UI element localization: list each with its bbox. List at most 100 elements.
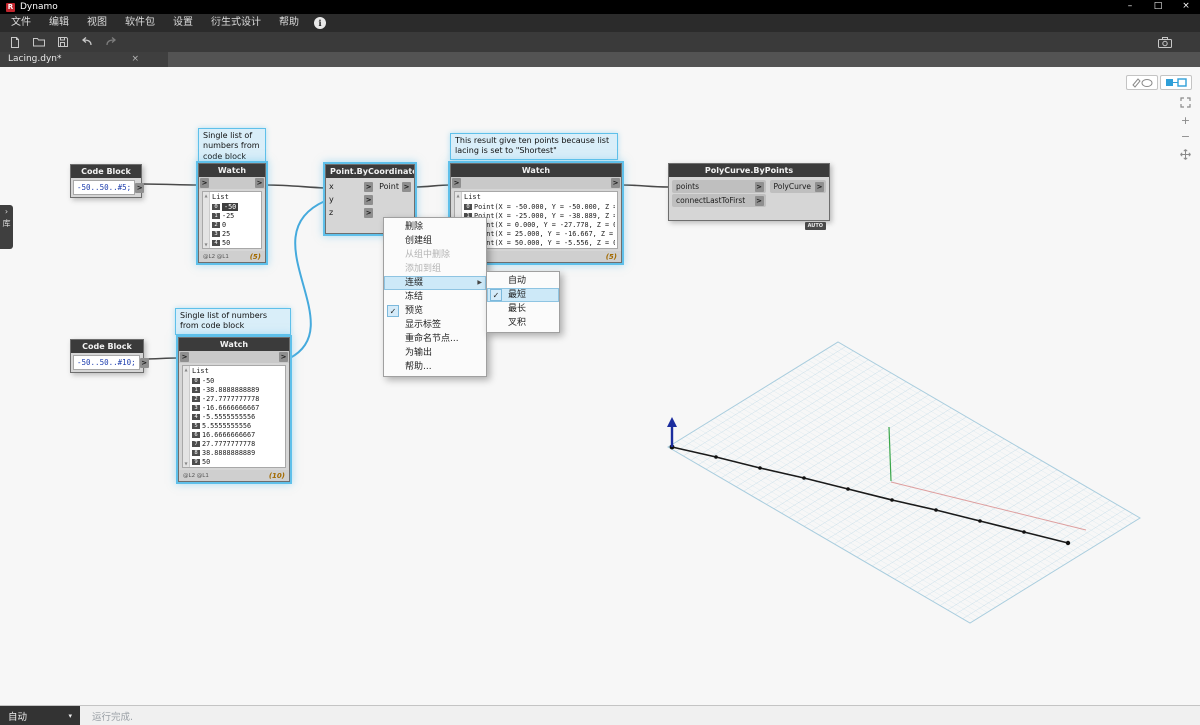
up-arrow-marker [667,417,677,447]
menu-item-create-group[interactable]: 创建组 [384,234,486,248]
input-port[interactable]: > [200,178,209,188]
scroll-up-icon[interactable]: ▲ [456,193,459,198]
node-title: Code Block [71,340,143,353]
library-panel-toggle[interactable]: › 库 [0,205,13,249]
info-icon[interactable]: i [314,17,326,29]
menu-packages[interactable]: 软件包 [116,14,164,32]
lacing-indicator[interactable]: AUTO [804,222,826,230]
menu-item-preview[interactable]: ✓ 预览 [384,304,486,318]
menu-item-delete[interactable]: 删除 [384,220,486,234]
node-title: Code Block [71,165,141,178]
zoom-fit-icon[interactable] [1178,95,1193,110]
menu-item-remove-from-group: 从组中删除 [405,250,451,260]
output-port-point[interactable]: Point > [376,180,414,193]
node-watch-3[interactable]: Watch > > ▲ ▼ List 0 -50 1 -38.8888888889 … [178,337,290,482]
node-polycurve-bypoints[interactable]: PolyCurve.ByPoints points > connectLastTo… [668,163,830,230]
port-chevron[interactable]: > [815,181,824,192]
tab-lacing[interactable]: Lacing.dyn* × [0,52,168,67]
comment-note[interactable]: This result give ten points because list… [450,133,618,160]
menu-edit[interactable]: 编辑 [40,14,78,32]
geometry-view-toggle[interactable] [1126,75,1158,90]
submenu-item-auto[interactable]: 自动 [487,274,559,288]
redo-icon[interactable] [104,35,118,49]
code-block-input[interactable]: -50..50..#5; [73,180,136,195]
output-port[interactable]: > [139,357,149,368]
menu-item-rename-node[interactable]: 重命名节点... [384,332,486,346]
input-port-points[interactable]: points > [672,180,766,193]
port-chevron[interactable]: > [364,194,374,205]
menu-help[interactable]: 帮助 [270,14,308,32]
menu-item-help[interactable]: 帮助... [384,360,486,374]
output-port[interactable]: > [135,182,145,193]
list-item: 3 -16.6666666667 [192,403,283,412]
port-chevron[interactable]: > [754,195,764,206]
node-code-block-1[interactable]: Code Block -50..50..#5; > [70,164,145,198]
submenu-item-cross-product[interactable]: 叉积 [487,316,559,330]
export-image-camera-icon[interactable] [1158,35,1172,49]
comment-note[interactable]: Single list of numbers from code block [175,308,291,335]
input-port[interactable]: > [452,178,461,188]
wire-watch3-point-y [289,200,326,359]
port-chevron[interactable]: > [754,181,764,192]
polycurve-geometry [671,446,1069,544]
node-code-block-2[interactable]: Code Block -50..50..#10; > [70,339,149,373]
menu-settings[interactable]: 设置 [164,14,202,32]
lacing-levels[interactable]: @L2 @L1 [183,473,209,479]
close-button[interactable]: × [1172,0,1200,14]
open-file-icon[interactable] [32,35,46,49]
zoom-in-icon[interactable]: + [1178,113,1193,128]
scroll-up-icon[interactable]: ▲ [184,367,187,372]
menu-item-show-labels[interactable]: 显示标签 [384,318,486,332]
list-item: 5 5.5555555556 [192,421,283,430]
code-block-input[interactable]: -50..50..#10; [73,355,140,370]
input-port-x[interactable]: x > [326,180,376,193]
pan-icon[interactable] [1178,147,1193,162]
undo-icon[interactable] [80,35,94,49]
run-mode-dropdown[interactable]: 自动 ▾ [0,705,80,725]
comment-note[interactable]: Single list of numbers from code block [198,128,266,166]
menu-generative-design[interactable]: 衍生式设计 [202,14,270,32]
output-port[interactable]: > [255,178,264,188]
menu-item-freeze[interactable]: 冻结 [384,290,486,304]
zoom-out-icon[interactable]: − [1178,129,1193,144]
lacing-levels[interactable]: @L2 @L1 [203,254,229,260]
scroll-down-icon[interactable]: ▼ [184,461,187,466]
workspace-canvas[interactable]: Single list of numbers from code block T… [0,67,1200,705]
scroll-down-icon[interactable]: ▼ [204,242,207,247]
check-icon: ✓ [387,305,399,317]
input-port-connectlasttofirst[interactable]: connectLastToFirst > [672,194,766,207]
run-mode-label: 自动 [8,711,28,723]
node-title: Point.ByCoordinates [326,165,414,178]
output-port[interactable]: > [611,178,620,188]
watch-scrollbar[interactable]: ▲ ▼ [183,366,190,467]
submenu-item-longest[interactable]: 最长 [487,302,559,316]
list-item: 0 -50 [192,376,283,385]
minimize-button[interactable]: – [1116,0,1144,14]
port-chevron[interactable]: > [364,181,374,192]
tab-close-icon[interactable]: × [132,52,140,67]
menu-file[interactable]: 文件 [2,14,40,32]
port-chevron[interactable]: > [364,207,374,218]
menu-item-lacing[interactable]: 连缀 ▶ [384,276,486,290]
output-port[interactable]: > [279,352,288,362]
port-chevron[interactable]: > [402,181,411,192]
wire-watch1-point-x [265,184,326,189]
input-port-y[interactable]: y > [326,193,376,206]
node-title: PolyCurve.ByPoints [669,164,829,177]
input-port-z[interactable]: z > [326,206,376,219]
save-icon[interactable] [56,35,70,49]
title-bar: R Dynamo – □ × [0,0,1200,14]
watch-scrollbar[interactable]: ▲ ▼ [203,192,210,248]
submenu-item-shortest[interactable]: ✓ 最短 [487,288,559,302]
list-item: 3 25 [212,229,259,238]
new-file-icon[interactable] [8,35,22,49]
menu-view[interactable]: 视图 [78,14,116,32]
scroll-up-icon[interactable]: ▲ [204,193,207,198]
node-watch-1[interactable]: Watch > > ▲ ▼ List 0 -50 1 -25 20 3 25 4 50 … [198,163,266,263]
list-item: 8 38.8888888889 [192,448,283,457]
graph-view-toggle[interactable] [1160,75,1192,90]
output-port-polycurve[interactable]: PolyCurve > [769,180,826,193]
input-port[interactable]: > [180,352,189,362]
maximize-button[interactable]: □ [1144,0,1172,14]
menu-item-is-output[interactable]: 为输出 [384,346,486,360]
